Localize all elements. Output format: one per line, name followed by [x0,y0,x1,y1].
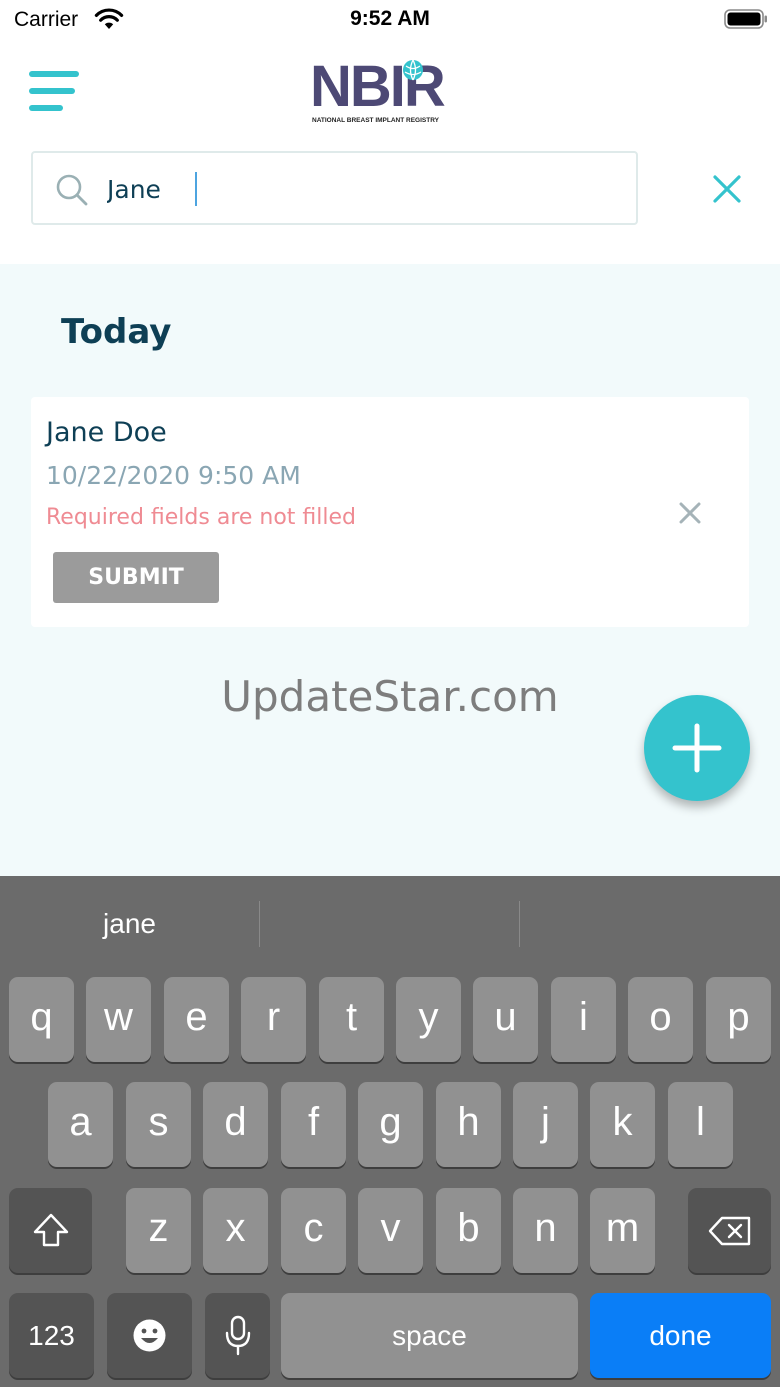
key-i[interactable]: i [551,977,616,1062]
search-input[interactable] [107,165,607,213]
key-n[interactable]: n [513,1188,578,1273]
shift-key[interactable] [9,1188,92,1273]
add-entry-button[interactable] [644,695,750,801]
nbir-logo: NBIR NATIONAL BREAST IMPLANT REGISTRY [310,56,472,128]
space-key[interactable]: space [281,1293,578,1378]
results-area: Today Jane Doe 10/22/2020 9:50 AM Requir… [0,264,780,876]
keyboard: jane q w e r t y u i o p a s d f g h j k… [0,876,780,1387]
submit-button[interactable]: SUBMIT [53,552,219,603]
key-r[interactable]: r [241,977,306,1062]
plus-icon [672,723,722,773]
key-t[interactable]: t [319,977,384,1062]
key-d[interactable]: d [203,1082,268,1167]
emoji-icon [133,1319,166,1352]
suggestion-1[interactable]: jane [0,876,259,972]
key-w[interactable]: w [86,977,151,1062]
key-p[interactable]: p [706,977,771,1062]
shift-icon [33,1213,69,1247]
emoji-key[interactable] [107,1293,192,1378]
done-key[interactable]: done [590,1293,771,1378]
battery-icon [724,9,767,29]
key-j[interactable]: j [513,1082,578,1167]
suggestion-2[interactable] [260,876,519,972]
microphone-icon [225,1315,251,1356]
backspace-icon [708,1216,751,1246]
delete-entry-icon[interactable] [677,500,703,526]
entry-error-message: Required fields are not filled [46,505,357,530]
key-q[interactable]: q [9,977,74,1062]
hamburger-icon [29,71,79,77]
key-s[interactable]: s [126,1082,191,1167]
key-l[interactable]: l [668,1082,733,1167]
status-bar: Carrier 9:52 AM [0,0,780,40]
menu-button[interactable] [29,70,81,112]
suggestion-3[interactable] [520,876,779,972]
key-f[interactable]: f [281,1082,346,1167]
key-a[interactable]: a [48,1082,113,1167]
key-g[interactable]: g [358,1082,423,1167]
key-h[interactable]: h [436,1082,501,1167]
entry-card[interactable]: Jane Doe 10/22/2020 9:50 AM Required fie… [31,397,749,627]
backspace-key[interactable] [688,1188,771,1273]
key-m[interactable]: m [590,1188,655,1273]
clear-search-icon[interactable] [708,170,746,208]
key-y[interactable]: y [396,977,461,1062]
key-x[interactable]: x [203,1188,268,1273]
numbers-key[interactable]: 123 [9,1293,94,1378]
dictation-key[interactable] [205,1293,270,1378]
entry-datetime: 10/22/2020 9:50 AM [46,461,301,490]
search-icon [56,174,88,206]
search-bar[interactable] [31,151,638,225]
key-v[interactable]: v [358,1188,423,1273]
key-b[interactable]: b [436,1188,501,1273]
key-e[interactable]: e [164,977,229,1062]
globe-icon [403,59,423,81]
key-u[interactable]: u [473,977,538,1062]
key-o[interactable]: o [628,977,693,1062]
text-cursor [195,172,197,206]
suggestion-bar: jane [0,876,780,972]
key-z[interactable]: z [126,1188,191,1273]
section-title: Today [61,312,172,352]
status-time: 9:52 AM [350,7,430,30]
logo-subtitle: NATIONAL BREAST IMPLANT REGISTRY [312,117,439,124]
entry-name: Jane Doe [46,417,167,448]
key-c[interactable]: c [281,1188,346,1273]
key-k[interactable]: k [590,1082,655,1167]
